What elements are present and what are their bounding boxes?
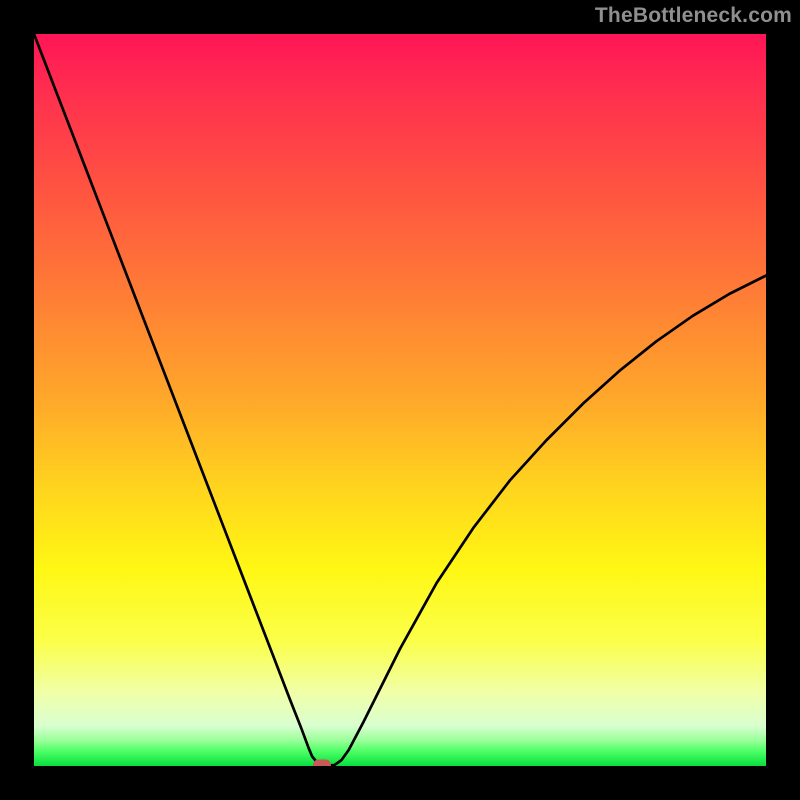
curve-layer xyxy=(34,34,766,766)
bottleneck-curve xyxy=(34,34,766,765)
watermark-text: TheBottleneck.com xyxy=(595,4,792,28)
current-point-marker xyxy=(313,760,331,766)
chart-frame: TheBottleneck.com xyxy=(0,0,800,800)
plot-area xyxy=(34,34,766,766)
